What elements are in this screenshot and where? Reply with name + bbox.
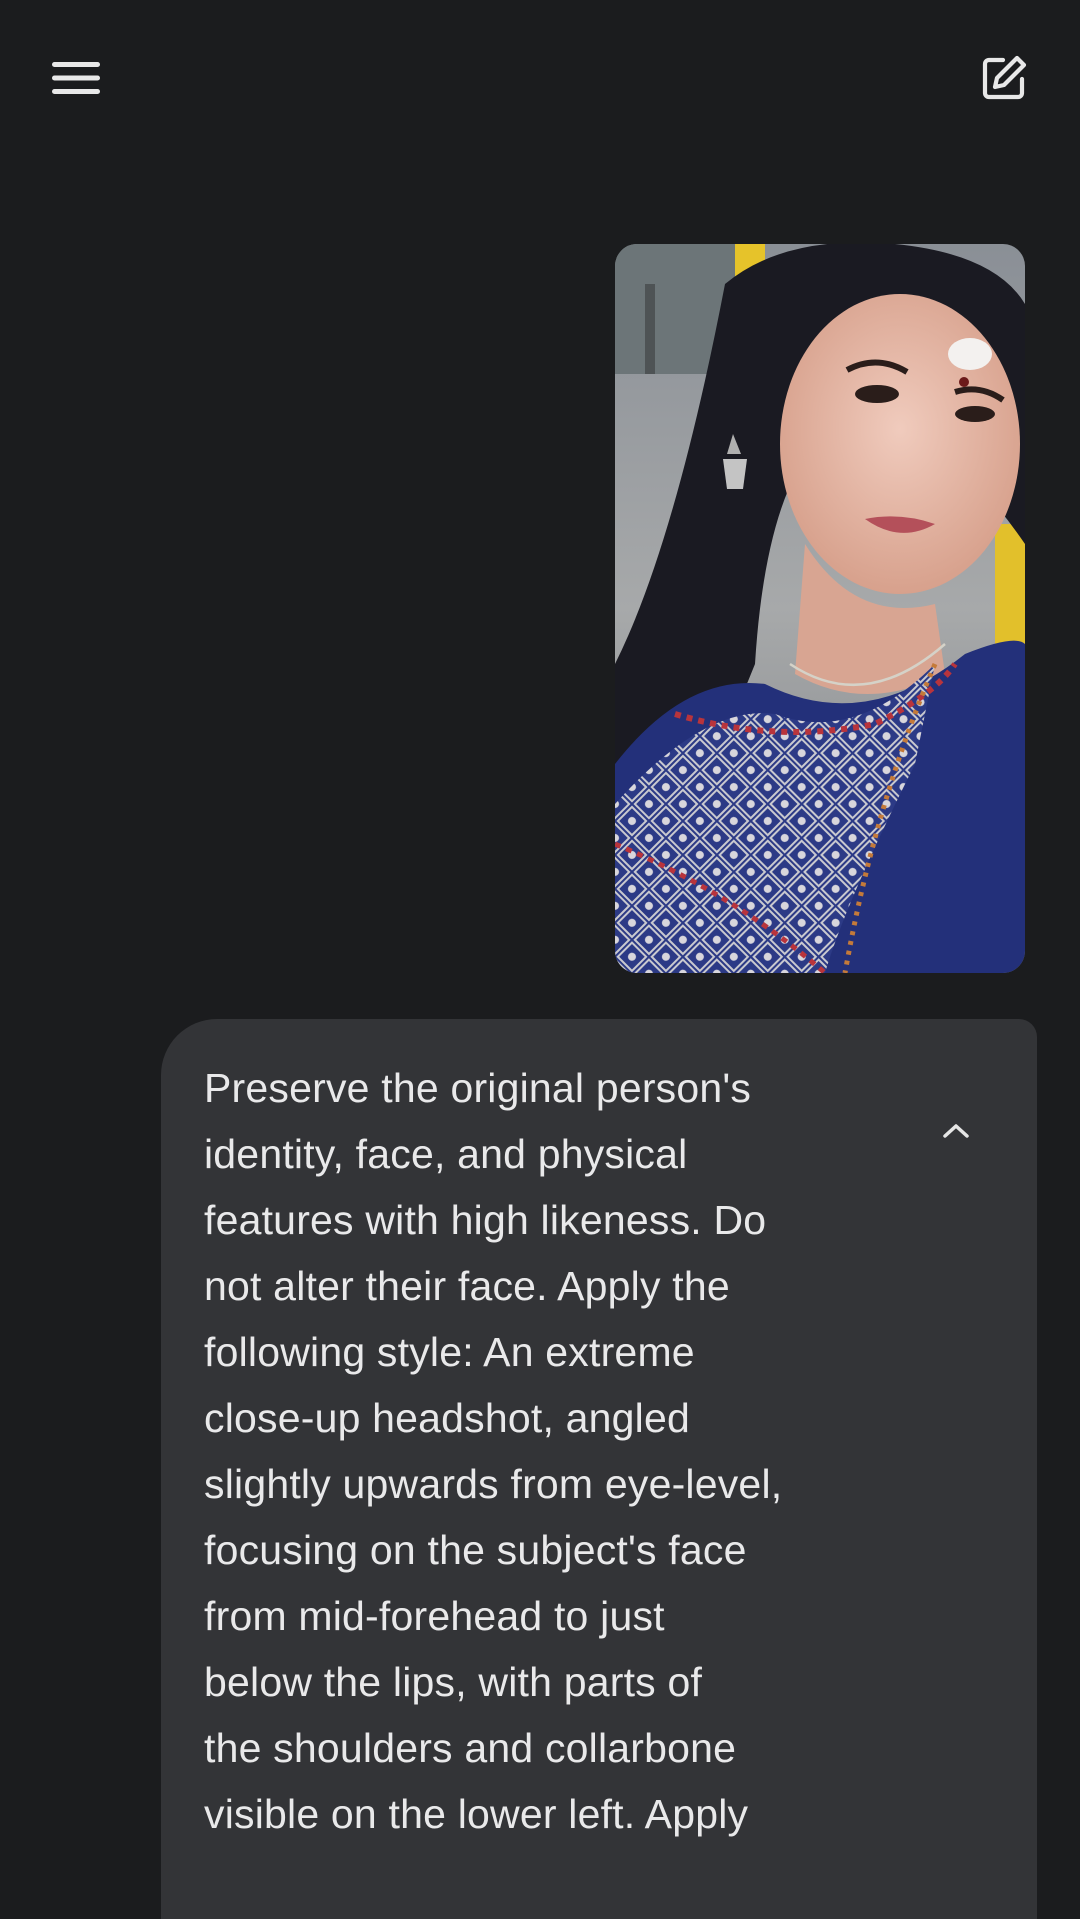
chevron-up-icon — [943, 1124, 969, 1138]
menu-icon — [52, 62, 100, 94]
collapse-message-button[interactable] — [916, 1091, 996, 1171]
edit-square-icon — [982, 55, 1027, 100]
user-message-bubble: Preserve the original person's identity,… — [161, 1019, 1037, 1919]
menu-button[interactable] — [36, 38, 116, 118]
top-app-bar — [0, 0, 1080, 150]
photo-image — [615, 244, 1025, 973]
uploaded-photo[interactable] — [615, 244, 1025, 973]
user-message-text: Preserve the original person's identity,… — [204, 1065, 783, 1837]
new-chat-button[interactable] — [964, 38, 1044, 118]
